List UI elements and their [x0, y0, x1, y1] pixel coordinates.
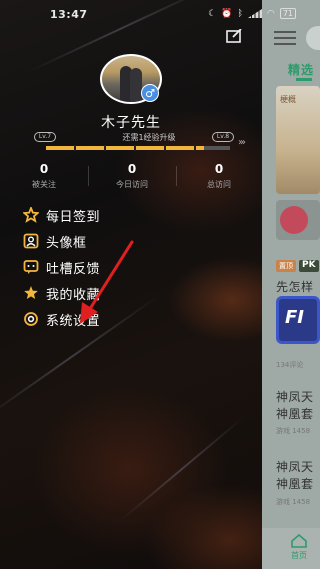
stat-total-visits[interactable]: 0 总访问 — [176, 162, 262, 192]
status-icons: ☾ ⏰ ᛒ ◠ 71 — [208, 8, 296, 19]
home-icon[interactable] — [290, 534, 308, 548]
pinned-tag: 置顶 — [276, 260, 296, 272]
nav-label-home[interactable]: 首页 — [291, 550, 307, 561]
avatar-frame-icon — [22, 233, 39, 250]
side-drawer: ♂ 木子先生 Lv.7 还需1经验升级 Lv.8 ››› 0 被关注 0 今日访… — [0, 0, 262, 569]
battery-icon: 71 — [279, 8, 296, 19]
bg-streak — [119, 417, 244, 522]
tag-row: 置顶 PK — [276, 260, 319, 272]
annotation-arrow — [80, 240, 134, 324]
signal-icon — [247, 9, 262, 18]
moon-icon: ☾ — [208, 8, 217, 19]
stat-value: 0 — [39, 162, 49, 176]
search-input[interactable] — [306, 26, 320, 50]
level-badge-current: Lv.7 — [34, 132, 56, 142]
username[interactable]: 木子先生 — [0, 112, 262, 132]
stat-value: 0 — [214, 162, 224, 176]
post-thumbnail[interactable]: FI — [276, 296, 320, 344]
pk-tag: PK — [299, 260, 319, 272]
post-meta: 游戏 1458 — [276, 498, 311, 506]
level-bar-fill — [46, 146, 205, 150]
menu-item-label: 每日签到 — [46, 209, 101, 225]
feedback-icon — [22, 259, 39, 276]
stat-value: 0 — [127, 162, 137, 176]
stat-label: 总访问 — [207, 180, 231, 189]
bottom-nav: 首页 — [262, 528, 320, 569]
stats-row: 0 被关注 0 今日访问 0 总访问 — [0, 162, 262, 192]
bluetooth-icon: ᛒ — [237, 8, 243, 19]
level-hint: 还需1经验升级 — [122, 133, 176, 142]
thumbnail-text: FI — [285, 307, 304, 328]
promo-avatar — [280, 206, 308, 234]
tab-featured[interactable]: 精选 — [288, 61, 314, 78]
post-title[interactable]: 神凰套 — [276, 405, 314, 422]
promo-card[interactable] — [276, 200, 320, 240]
star-icon — [22, 285, 39, 302]
post-title[interactable]: 神凤天 — [276, 388, 314, 405]
banner-label: 梗概 — [280, 95, 296, 104]
tab-indicator — [296, 78, 312, 81]
post-meta: 134评论 — [276, 361, 304, 369]
alarm-icon: ⏰ — [221, 8, 233, 19]
level-badge-next: Lv.8 — [212, 132, 234, 142]
gender-male-icon: ♂ — [141, 84, 159, 102]
banner-card[interactable]: 梗概 — [276, 86, 320, 194]
settings-icon — [22, 311, 39, 328]
level-progress: Lv.7 还需1经验升级 Lv.8 — [34, 132, 234, 156]
stat-label: 今日访问 — [116, 180, 148, 189]
stat-label: 被关注 — [32, 180, 56, 189]
edit-icon[interactable] — [226, 29, 242, 43]
main-content-peek[interactable]: 精选 梗概 置顶 PK 先怎样 FI 134评论 神凤天 神凰套 游戏 1458… — [262, 0, 320, 569]
menu-icon[interactable] — [274, 31, 296, 45]
wifi-icon: ◠ — [266, 8, 275, 19]
post-meta: 游戏 1458 — [276, 427, 311, 435]
chevron-right-icon[interactable]: ››› — [238, 137, 246, 148]
post-title[interactable]: 神凰套 — [276, 475, 314, 492]
stat-followers[interactable]: 0 被关注 — [0, 162, 88, 192]
menu-item-daily-signin[interactable]: 每日签到 — [22, 202, 222, 228]
post-title[interactable]: 先怎样 — [276, 278, 314, 295]
post-title[interactable]: 神凤天 — [276, 458, 314, 475]
status-bar: 13:47 ☾ ⏰ ᛒ ◠ 71 — [0, 0, 320, 26]
status-time: 13:47 — [50, 8, 88, 21]
stat-today-visits[interactable]: 0 今日访问 — [88, 162, 176, 192]
sign-in-icon — [22, 207, 39, 224]
